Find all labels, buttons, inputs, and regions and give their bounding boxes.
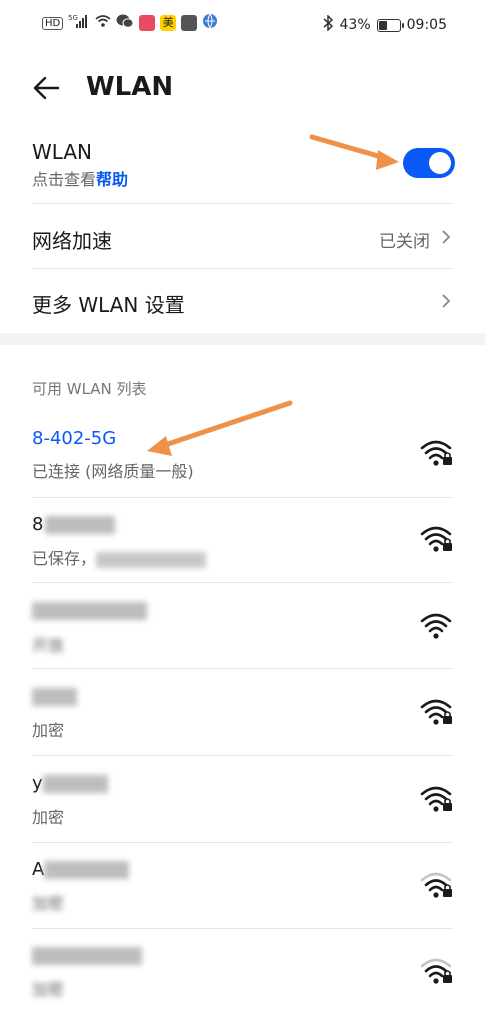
page-title: WLAN — [86, 72, 174, 102]
divider — [32, 928, 453, 929]
svg-text:5G: 5G — [68, 14, 78, 22]
wlan-label: WLAN — [32, 140, 93, 164]
blurred-ssid — [44, 861, 130, 879]
app-bar: WLAN — [0, 58, 485, 118]
divider — [32, 668, 453, 669]
calendar-app-icon — [181, 15, 198, 31]
status-right: 43% 09:05 — [322, 14, 447, 35]
wechat-icon — [116, 13, 134, 33]
blurred-ssid — [45, 516, 116, 534]
acceleration-value: 已关闭 — [379, 232, 430, 252]
available-networks-title: 可用 WLAN 列表 — [32, 380, 147, 398]
network-status: 开放 — [32, 636, 65, 655]
blurred-ssid — [32, 688, 77, 706]
wifi-open-icon[interactable] — [418, 611, 454, 641]
more-wlan-settings-row[interactable]: 更多 WLAN 设置 — [32, 289, 452, 318]
status-bar: HD 5G 美 43% 09:05 — [0, 0, 485, 48]
wifi-locked-icon[interactable] — [418, 697, 454, 727]
divider — [32, 203, 453, 204]
network-status: 已连接 (网络质量一般) — [32, 462, 194, 481]
network-ssid[interactable]: A — [32, 859, 130, 880]
network-status-text: 已保存， — [32, 549, 97, 568]
network-status: 加密 — [32, 980, 65, 999]
hd-icon: HD — [42, 16, 64, 30]
annotation-arrow-network — [147, 400, 293, 456]
wifi-locked-icon[interactable] — [418, 956, 454, 986]
network-status: 加密 — [32, 808, 65, 827]
network-ssid[interactable] — [32, 945, 142, 966]
battery-icon — [376, 18, 404, 32]
blurred-status — [96, 551, 207, 568]
globe-app-icon — [202, 13, 218, 33]
back-button[interactable] — [28, 70, 64, 106]
signal-5g-icon: 5G — [68, 13, 90, 33]
blurred-ssid — [42, 775, 108, 793]
blurred-ssid — [32, 947, 142, 965]
divider — [32, 842, 453, 843]
wlan-subtitle: 点击查看帮助 — [32, 166, 452, 190]
network-ssid[interactable]: y — [32, 773, 108, 794]
divider — [32, 497, 453, 498]
chevron-right-icon — [442, 230, 451, 244]
divider — [32, 582, 453, 583]
chevron-right-icon — [442, 294, 451, 308]
network-status: 加密 — [32, 721, 65, 740]
divider — [32, 755, 453, 756]
battery-percent: 43% — [339, 17, 371, 33]
status-left-icons: HD 5G 美 — [42, 13, 218, 33]
network-ssid-text: y — [32, 773, 43, 794]
network-ssid[interactable]: 8 — [32, 514, 116, 535]
network-ssid-text: A — [32, 859, 45, 880]
wifi-locked-icon[interactable] — [418, 784, 454, 814]
back-arrow-icon — [33, 76, 60, 100]
more-settings-label: 更多 WLAN 设置 — [32, 293, 185, 317]
wifi-locked-icon[interactable] — [418, 524, 454, 554]
wlan-switch[interactable] — [403, 148, 455, 178]
wifi-status-icon — [95, 14, 111, 32]
notebook-app-icon — [139, 15, 156, 31]
wifi-locked-icon[interactable] — [418, 438, 454, 468]
network-ssid[interactable]: 8-402-5G — [32, 428, 116, 449]
wlan-subtitle-text: 点击查看 — [32, 170, 97, 189]
help-link[interactable]: 帮助 — [96, 170, 128, 189]
status-time: 09:05 — [406, 17, 447, 33]
switch-knob — [429, 152, 451, 174]
meituan-app-icon: 美 — [160, 15, 177, 31]
wlan-toggle-row[interactable]: WLAN 点击查看帮助 — [32, 140, 452, 190]
network-ssid[interactable] — [32, 686, 77, 707]
network-status: 已保存， — [32, 545, 207, 569]
blurred-ssid — [32, 602, 147, 620]
bluetooth-icon — [322, 14, 334, 35]
section-separator — [0, 333, 485, 345]
network-status: 加密 — [32, 894, 65, 913]
network-ssid-text: 8 — [32, 514, 44, 535]
divider — [32, 268, 453, 269]
network-ssid[interactable] — [32, 600, 147, 621]
wifi-locked-icon[interactable] — [418, 870, 454, 900]
